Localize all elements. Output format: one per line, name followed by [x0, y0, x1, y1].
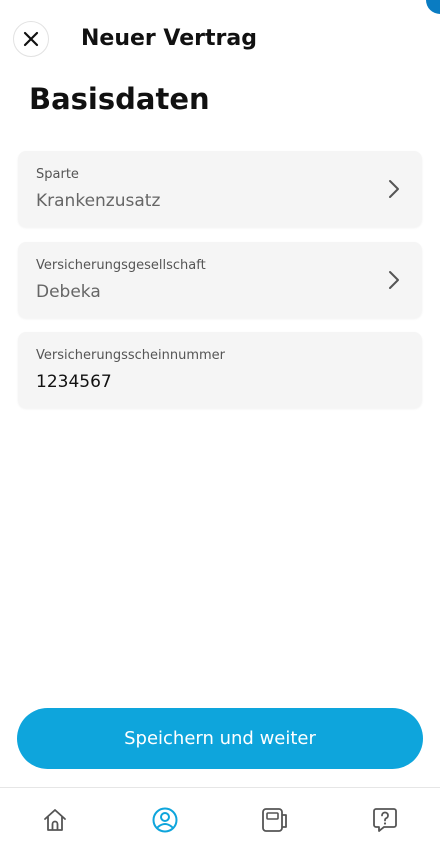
help-icon — [373, 808, 397, 832]
home-icon — [44, 809, 66, 831]
page-title: Basisdaten — [29, 82, 210, 116]
bottom-nav — [0, 787, 440, 863]
nav-item-contracts[interactable] — [220, 788, 330, 863]
chevron-right-icon — [386, 269, 402, 291]
nav-item-help[interactable] — [330, 788, 440, 863]
field-value: Debeka — [36, 282, 101, 302]
close-icon — [23, 31, 39, 47]
profile-icon — [152, 807, 178, 833]
versicherungsscheinnummer-field[interactable]: Versicherungsscheinnummer 1234567 — [18, 332, 422, 408]
field-label: Versicherungsgesellschaft — [36, 258, 206, 273]
header: Neuer Vertrag — [0, 0, 440, 80]
versicherungsgesellschaft-field[interactable]: Versicherungsgesellschaft Debeka — [18, 242, 422, 318]
contract-icon — [262, 808, 287, 832]
field-label: Sparte — [36, 167, 79, 182]
field-input-value[interactable]: 1234567 — [36, 370, 112, 394]
save-and-continue-button[interactable]: Speichern und weiter — [17, 708, 423, 769]
chevron-right-icon — [386, 178, 402, 200]
nav-item-home[interactable] — [0, 788, 110, 863]
sparte-field[interactable]: Sparte Krankenzusatz — [18, 151, 422, 227]
header-title: Neuer Vertrag — [81, 26, 257, 51]
field-label: Versicherungsscheinnummer — [36, 348, 226, 363]
close-button[interactable] — [13, 21, 49, 57]
field-value: Krankenzusatz — [36, 191, 161, 211]
nav-item-profile[interactable] — [110, 788, 220, 863]
